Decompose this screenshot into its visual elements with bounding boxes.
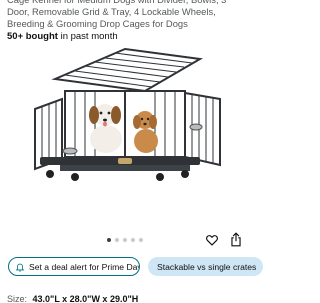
deal-alert-label: Set a deal alert for Prime Day [29, 261, 140, 272]
carousel-dot-1[interactable] [107, 238, 111, 242]
bell-icon [15, 263, 25, 272]
size-row[interactable]: Size: 43.0"L x 28.0"W x 29.0"H [7, 294, 138, 303]
stackable-label: Stackable vs single crates [157, 261, 257, 272]
dog-left [89, 104, 122, 153]
share-icon[interactable] [229, 232, 243, 247]
product-title[interactable]: Cage Kennel for Medium Dogs with Divider… [7, 0, 245, 30]
bought-suffix: in past month [60, 31, 118, 42]
carousel-dot-4[interactable] [131, 238, 135, 242]
suggestion-chips: Set a deal alert for Prime Day Stackable… [8, 257, 263, 277]
carousel-dot-2[interactable] [115, 238, 119, 242]
bought-count-row: 50+ bought in past month [7, 31, 118, 43]
product-image[interactable] [20, 47, 230, 197]
size-value: 43.0"L x 28.0"W x 29.0"H [32, 294, 139, 303]
carousel-dot-5[interactable] [139, 238, 143, 242]
deal-alert-chip[interactable]: Set a deal alert for Prime Day [8, 257, 140, 276]
dog-right [133, 111, 158, 153]
heart-icon[interactable] [205, 233, 219, 247]
carousel-dot-3[interactable] [123, 238, 127, 242]
stackable-chip[interactable]: Stackable vs single crates [148, 257, 263, 276]
bought-count: 50+ bought [7, 31, 58, 42]
size-label: Size: [7, 294, 28, 303]
